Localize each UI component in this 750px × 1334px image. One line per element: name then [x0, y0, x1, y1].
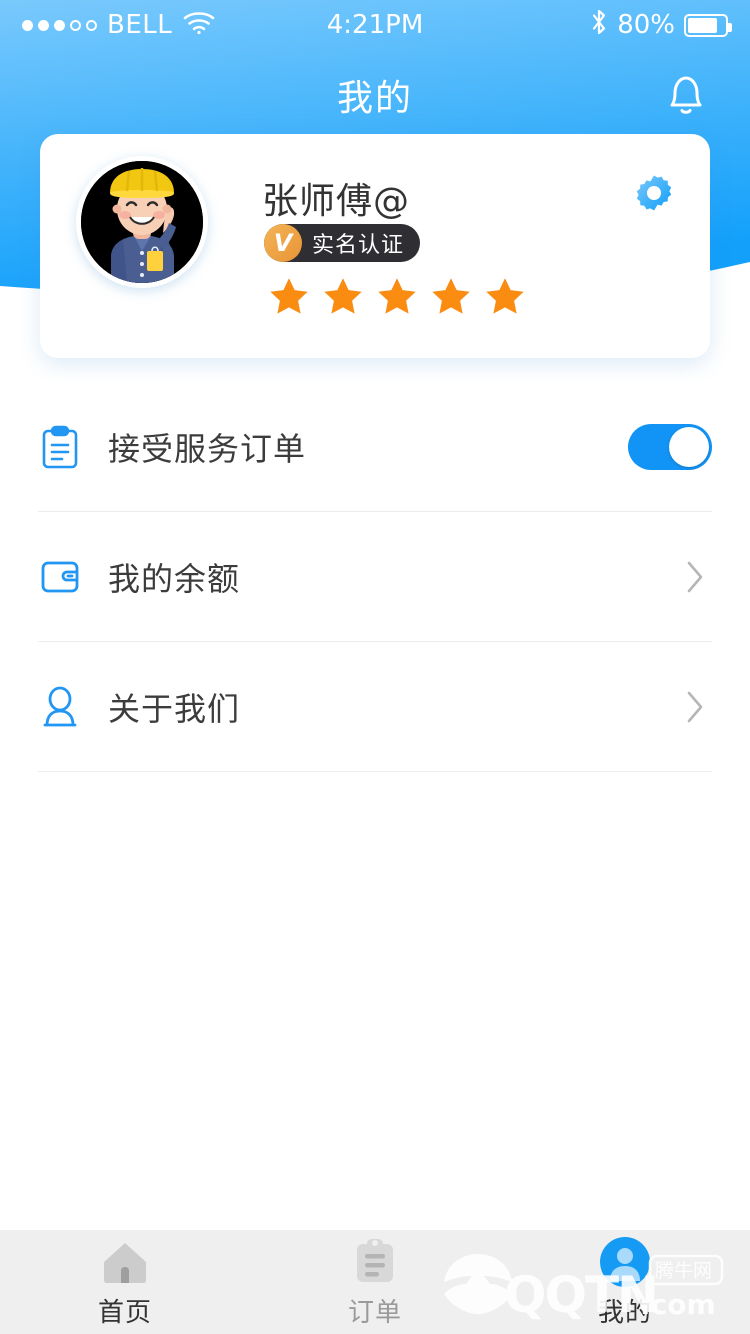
orders-icon	[349, 1236, 401, 1288]
chevron-right-icon	[684, 689, 706, 725]
star-icon	[482, 274, 528, 320]
verify-label: 实名认证	[312, 233, 405, 258]
bottom-tab-bar: 首页 订单 我的	[0, 1230, 750, 1334]
chevron-right-icon	[684, 559, 706, 595]
nav-bar: 我的	[0, 50, 750, 140]
star-icon	[320, 274, 366, 320]
app-screen: BELL 4:21PM 80% 我的 张师傅@ V 实名认证 接受服务订单 我的…	[0, 0, 750, 1334]
tab-profile[interactable]: 我的	[500, 1230, 750, 1334]
status-bar: BELL 4:21PM 80%	[0, 0, 750, 50]
status-badge: V 实名认证	[264, 224, 421, 262]
bluetooth-icon	[590, 8, 608, 42]
tab-label: 首页	[97, 1297, 152, 1328]
avatar[interactable]	[76, 156, 208, 288]
menu-label: 关于我们	[108, 690, 241, 728]
menu-row-about-us[interactable]: 关于我们	[0, 642, 750, 772]
gear-icon[interactable]	[630, 172, 678, 220]
settings-menu: 接受服务订单 我的余额 关于我们	[0, 382, 750, 772]
tab-home[interactable]: 首页	[0, 1230, 250, 1334]
star-icon	[428, 274, 474, 320]
tab-label: 订单	[347, 1297, 402, 1328]
profile-name: 张师傅@	[262, 181, 411, 222]
menu-row-accept-orders[interactable]: 接受服务订单	[0, 382, 750, 512]
status-bar-right: 80%	[375, 8, 732, 42]
tab-orders[interactable]: 订单	[250, 1230, 500, 1334]
verified-v-icon: V	[264, 224, 302, 262]
menu-row-my-balance[interactable]: 我的余额	[0, 512, 750, 642]
rating-stars	[266, 274, 528, 320]
star-icon	[374, 274, 420, 320]
page-title: 我的	[336, 78, 413, 119]
home-icon	[99, 1236, 151, 1288]
accept-orders-toggle[interactable]	[628, 424, 712, 470]
bell-icon[interactable]	[658, 67, 714, 123]
worker-avatar	[81, 161, 203, 283]
star-icon	[266, 274, 312, 320]
menu-label: 我的余额	[108, 560, 241, 598]
menu-label: 接受服务订单	[108, 430, 307, 468]
battery-percent-label: 80%	[617, 10, 675, 40]
user-icon	[38, 685, 82, 729]
profile-icon	[599, 1236, 651, 1288]
clipboard-icon	[38, 425, 82, 469]
profile-card[interactable]: 张师傅@ V 实名认证	[40, 134, 710, 358]
wallet-icon	[38, 555, 82, 599]
battery-icon	[684, 13, 732, 37]
tab-label: 我的	[597, 1297, 652, 1328]
divider	[38, 771, 712, 772]
